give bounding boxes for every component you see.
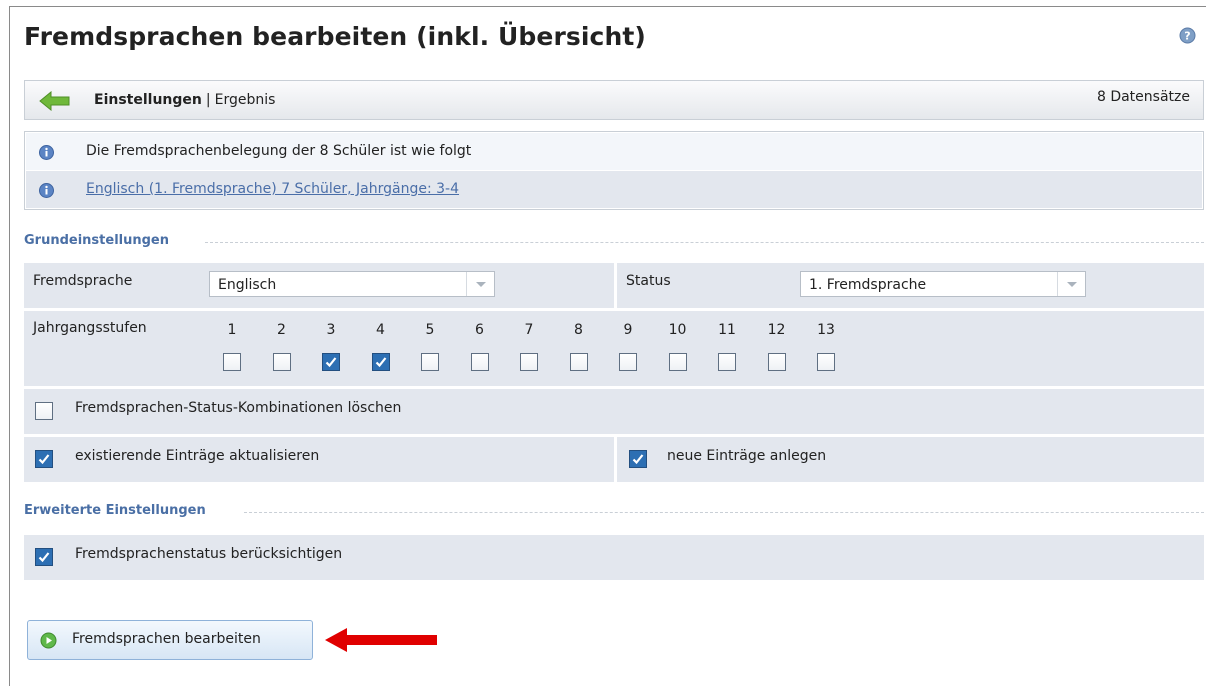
year-level-checkbox[interactable]: [272, 353, 291, 371]
red-arrow-icon: [325, 628, 437, 652]
edit-languages-button[interactable]: Fremdsprachen bearbeiten: [27, 620, 313, 660]
update-entries-checkbox[interactable]: [35, 450, 53, 468]
year-level-number: 3: [326, 322, 336, 338]
year-level-number: 9: [623, 322, 633, 338]
year-level-checkbox[interactable]: [619, 353, 637, 371]
info-box: Die Fremdsprachenbelegung der 8 Schüler …: [24, 131, 1204, 210]
year-level-checkbox[interactable]: [470, 353, 489, 371]
info-row-summary: Die Fremdsprachenbelegung der 8 Schüler …: [26, 133, 1202, 170]
status-label: Status: [626, 273, 671, 289]
years-label: Jahrgangsstufen: [33, 320, 147, 336]
crumb-einstellungen[interactable]: Einstellungen: [94, 92, 202, 108]
column-divider: [614, 437, 617, 482]
year-level-number: 7: [524, 322, 534, 338]
year-level-number: 8: [574, 322, 583, 338]
year-level-number: 12: [767, 322, 786, 338]
toolbar: Einstellungen | Ergebnis 8 Datensätze: [24, 80, 1204, 120]
row-year-levels: Jahrgangsstufen 1 2 3 4 5 6 7 8 9 10 11 12 13: [24, 311, 1204, 386]
section-divider: [205, 242, 1204, 243]
info-icon: [39, 183, 54, 198]
help-icon[interactable]: ?: [1179, 27, 1196, 44]
edit-languages-button-label: Fremdsprachen bearbeiten: [72, 631, 261, 647]
year-level-number: 1: [227, 322, 237, 338]
year-level-checkbox[interactable]: [569, 353, 588, 371]
record-count: 8 Datensätze: [1096, 89, 1190, 105]
year-level-checkbox[interactable]: [322, 353, 340, 371]
year-level-checkbox[interactable]: [668, 353, 687, 371]
chevron-down-icon[interactable]: [466, 272, 494, 296]
row-status-consider: Fremdsprachenstatus berücksichtigen: [24, 535, 1204, 580]
consider-status-label: Fremdsprachenstatus berücksichtigen: [75, 546, 343, 562]
language-label: Fremdsprache: [33, 273, 133, 289]
year-level-number: 5: [425, 322, 435, 338]
section-heading-grundeinstellungen: Grundeinstellungen: [24, 233, 169, 248]
status-select-value: 1. Fremdsprache: [809, 277, 927, 293]
year-level-checkbox[interactable]: [223, 353, 241, 371]
year-level-checkbox[interactable]: [767, 353, 786, 371]
year-level-number: 10: [668, 322, 687, 338]
year-level-checkbox[interactable]: [421, 353, 439, 371]
year-level-number: 4: [376, 322, 385, 338]
create-entries-checkbox[interactable]: [629, 450, 647, 468]
language-select-value: Englisch: [218, 277, 277, 293]
column-divider: [614, 263, 617, 308]
section-divider: [244, 512, 1204, 513]
info-detail-link[interactable]: Englisch (1. Fremdsprache) 7 Schüler, Ja…: [86, 181, 459, 197]
year-level-number: 2: [277, 322, 286, 338]
svg-text:?: ?: [1184, 30, 1190, 43]
year-level-number: 13: [817, 322, 835, 338]
breadcrumb: Einstellungen | Ergebnis: [94, 92, 275, 108]
year-level-number: 6: [475, 322, 484, 338]
year-level-number: 11: [718, 322, 736, 338]
play-icon: [40, 632, 57, 649]
section-heading-erweitert: Erweiterte Einstellungen: [24, 503, 206, 518]
crumb-separator: |: [205, 92, 211, 108]
consider-status-checkbox[interactable]: [35, 548, 53, 566]
update-entries-label: existierende Einträge aktualisieren: [75, 448, 320, 464]
row-delete-combinations: Fremdsprachen-Status-Kombinationen lösch…: [24, 389, 1204, 434]
back-arrow-icon[interactable]: [39, 91, 71, 111]
info-icon: [39, 145, 54, 160]
info-summary-text: Die Fremdsprachenbelegung der 8 Schüler …: [86, 143, 472, 159]
page-title: Fremdsprachen bearbeiten (inkl. Übersich…: [24, 22, 646, 51]
delete-combinations-checkbox[interactable]: [35, 402, 53, 420]
row-language-status: Fremdsprache Englisch Status 1. Fremdspr…: [24, 263, 1204, 308]
crumb-ergebnis[interactable]: Ergebnis: [215, 92, 276, 108]
delete-combinations-label: Fremdsprachen-Status-Kombinationen lösch…: [75, 400, 402, 416]
year-level-checkbox[interactable]: [371, 353, 390, 371]
year-level-checkbox[interactable]: [817, 353, 835, 371]
year-level-checkbox[interactable]: [718, 353, 736, 371]
year-level-checkbox[interactable]: [520, 353, 538, 371]
row-update-create: existierende Einträge aktualisieren neue…: [24, 437, 1204, 482]
info-row-detail: Englisch (1. Fremdsprache) 7 Schüler, Ja…: [26, 171, 1202, 208]
create-entries-label: neue Einträge anlegen: [667, 448, 827, 464]
language-select[interactable]: Englisch: [209, 271, 495, 297]
status-select[interactable]: 1. Fremdsprache: [800, 271, 1086, 297]
chevron-down-icon[interactable]: [1057, 272, 1085, 296]
